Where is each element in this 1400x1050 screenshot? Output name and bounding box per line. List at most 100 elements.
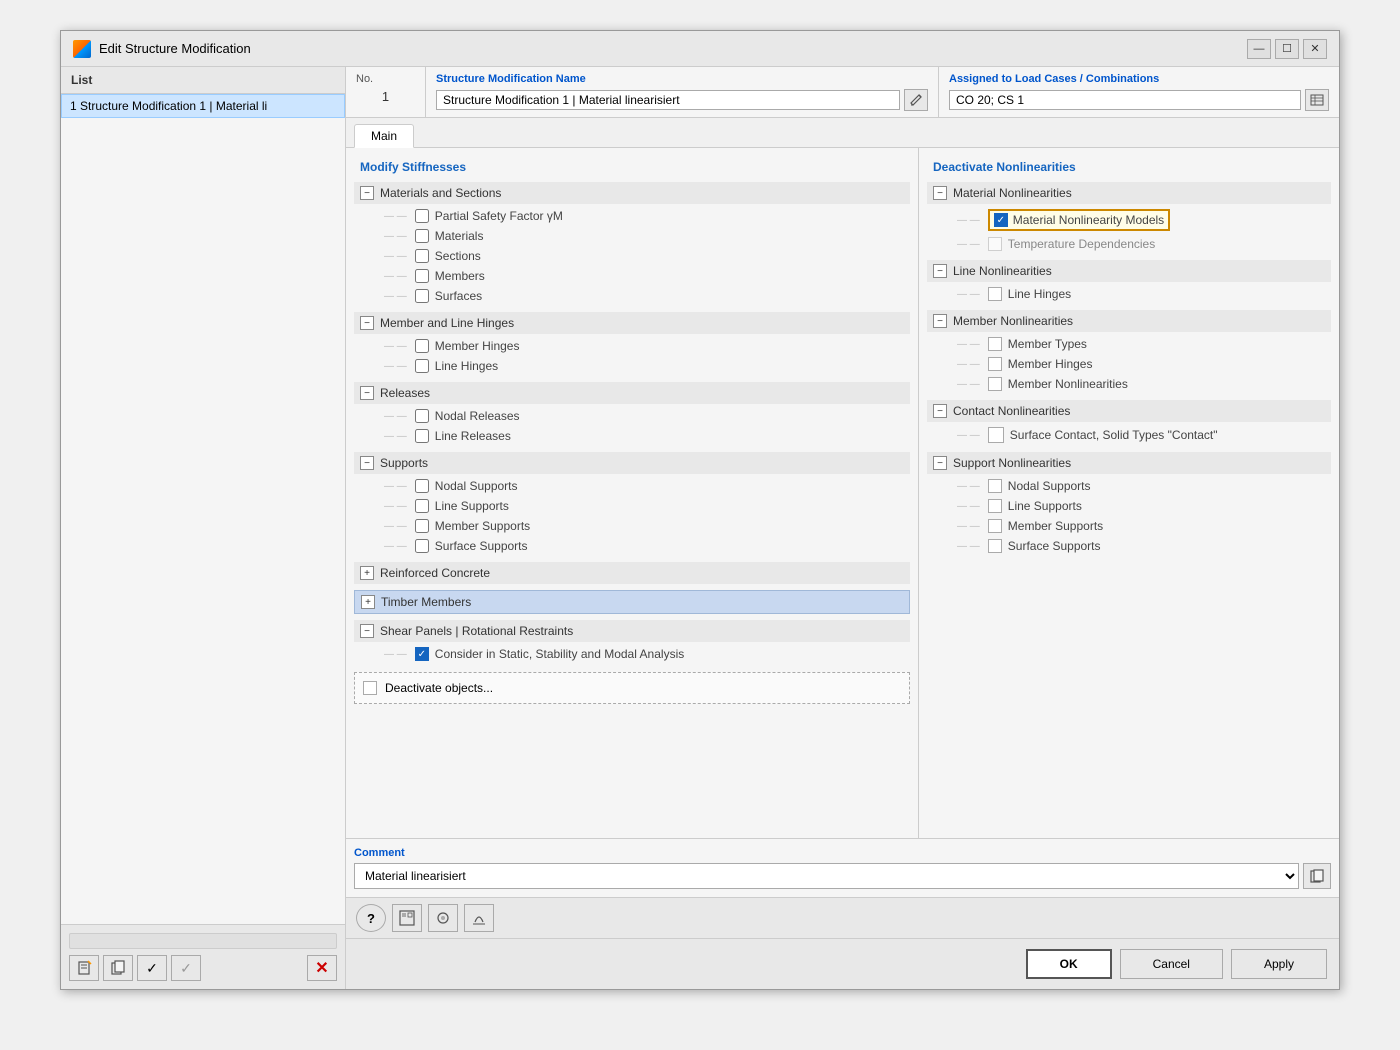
- material-nonlinearity-models-checkbox[interactable]: ✓: [994, 213, 1008, 227]
- supports-header[interactable]: − Supports: [354, 452, 910, 474]
- timber-members-header[interactable]: + Timber Members: [354, 590, 910, 614]
- comment-copy-button[interactable]: [1303, 863, 1331, 889]
- consider-static-label[interactable]: Consider in Static, Stability and Modal …: [435, 647, 684, 661]
- shear-panels-header[interactable]: − Shear Panels | Rotational Restraints: [354, 620, 910, 642]
- surface-contact-checkbox[interactable]: [988, 427, 1004, 443]
- sections-checkbox[interactable]: [415, 249, 429, 263]
- line-releases-checkbox[interactable]: [415, 429, 429, 443]
- sections-label[interactable]: Sections: [435, 249, 481, 263]
- surface-contact-label[interactable]: Surface Contact, Solid Types "Contact": [1010, 428, 1218, 442]
- minimize-button[interactable]: —: [1247, 39, 1271, 59]
- apply-button[interactable]: Apply: [1231, 949, 1327, 979]
- check-button[interactable]: ✓: [137, 955, 167, 981]
- name-edit-button[interactable]: [904, 89, 928, 111]
- line-hinges-checkbox[interactable]: [415, 359, 429, 373]
- nodal-supports-checkbox[interactable]: [415, 479, 429, 493]
- materials-sections-header[interactable]: − Materials and Sections: [354, 182, 910, 204]
- collapse-rc-btn[interactable]: +: [360, 566, 374, 580]
- materials-checkbox[interactable]: [415, 229, 429, 243]
- list-item[interactable]: 1 Structure Modification 1 | Material li: [61, 94, 345, 118]
- name-input[interactable]: [436, 90, 900, 110]
- member-hinges-nl-checkbox[interactable]: [988, 357, 1002, 371]
- copy-button[interactable]: [103, 955, 133, 981]
- maximize-button[interactable]: ☐: [1275, 39, 1299, 59]
- support-nonlinearities-header[interactable]: − Support Nonlinearities: [927, 452, 1331, 474]
- view-button[interactable]: [392, 904, 422, 932]
- line-hinges-label[interactable]: Line Hinges: [435, 359, 498, 373]
- member-nonlinearities-label[interactable]: Member Nonlinearities: [1008, 377, 1128, 391]
- surface-supports-label[interactable]: Surface Supports: [435, 539, 528, 553]
- comment-select[interactable]: Material linearisiert: [354, 863, 1299, 889]
- ok-button[interactable]: OK: [1026, 949, 1112, 979]
- line-hinges-nl-checkbox[interactable]: [988, 287, 1002, 301]
- close-button[interactable]: ✕: [1303, 39, 1327, 59]
- member-line-hinges-header[interactable]: − Member and Line Hinges: [354, 312, 910, 334]
- tab-main[interactable]: Main: [354, 124, 414, 148]
- consider-static-checkbox-checked[interactable]: ✓: [415, 647, 429, 661]
- releases-header[interactable]: − Releases: [354, 382, 910, 404]
- collapse-shear-btn[interactable]: −: [360, 624, 374, 638]
- nodal-supports-nl-label[interactable]: Nodal Supports: [1008, 479, 1091, 493]
- temperature-dependencies-label[interactable]: Temperature Dependencies: [1008, 237, 1155, 251]
- collapse-supports-btn[interactable]: −: [360, 456, 374, 470]
- line-supports-nl-label[interactable]: Line Supports: [1008, 499, 1082, 513]
- cancel-button[interactable]: Cancel: [1120, 949, 1223, 979]
- surfaces-label[interactable]: Surfaces: [435, 289, 482, 303]
- member-types-label[interactable]: Member Types: [1008, 337, 1087, 351]
- collapse-support-nl-btn[interactable]: −: [933, 456, 947, 470]
- collapse-releases-btn[interactable]: −: [360, 386, 374, 400]
- surface-supports-nl-checkbox[interactable]: [988, 539, 1002, 553]
- member-supports-nl-checkbox[interactable]: [988, 519, 1002, 533]
- material-nonlinearities-header[interactable]: − Material Nonlinearities: [927, 182, 1331, 204]
- member-supports-label[interactable]: Member Supports: [435, 519, 530, 533]
- icon3-button[interactable]: [428, 904, 458, 932]
- surface-supports-nl-label[interactable]: Surface Supports: [1008, 539, 1101, 553]
- line-releases-label[interactable]: Line Releases: [435, 429, 511, 443]
- deactivate-objects-label[interactable]: Deactivate objects...: [385, 681, 493, 695]
- nodal-supports-label[interactable]: Nodal Supports: [435, 479, 518, 493]
- collapse-member-hinges-btn[interactable]: −: [360, 316, 374, 330]
- nodal-releases-checkbox[interactable]: [415, 409, 429, 423]
- collapse-line-nl-btn[interactable]: −: [933, 264, 947, 278]
- member-hinges-nl-label[interactable]: Member Hinges: [1008, 357, 1093, 371]
- line-supports-checkbox[interactable]: [415, 499, 429, 513]
- partial-safety-label[interactable]: Partial Safety Factor γM: [435, 209, 563, 223]
- member-types-checkbox[interactable]: [988, 337, 1002, 351]
- help-button[interactable]: ?: [356, 904, 386, 932]
- surfaces-checkbox[interactable]: [415, 289, 429, 303]
- line-supports-label[interactable]: Line Supports: [435, 499, 509, 513]
- line-hinges-nl-label[interactable]: Line Hinges: [1008, 287, 1071, 301]
- reinforced-concrete-header[interactable]: + Reinforced Concrete: [354, 562, 910, 584]
- uncheck-button[interactable]: ✓: [171, 955, 201, 981]
- member-supports-nl-label[interactable]: Member Supports: [1008, 519, 1103, 533]
- nodal-supports-nl-checkbox[interactable]: [988, 479, 1002, 493]
- assigned-input[interactable]: [949, 90, 1301, 110]
- member-nonlinearities-header[interactable]: − Member Nonlinearities: [927, 310, 1331, 332]
- collapse-contact-nl-btn[interactable]: −: [933, 404, 947, 418]
- partial-safety-checkbox[interactable]: [415, 209, 429, 223]
- deactivate-objects-checkbox[interactable]: [363, 681, 377, 695]
- material-nonlinearity-models-label[interactable]: Material Nonlinearity Models: [1013, 213, 1164, 227]
- members-label[interactable]: Members: [435, 269, 485, 283]
- member-supports-checkbox[interactable]: [415, 519, 429, 533]
- contact-nonlinearities-header[interactable]: − Contact Nonlinearities: [927, 400, 1331, 422]
- icon4-button[interactable]: [464, 904, 494, 932]
- member-hinges-checkbox[interactable]: [415, 339, 429, 353]
- assigned-table-button[interactable]: [1305, 89, 1329, 111]
- materials-label[interactable]: Materials: [435, 229, 484, 243]
- member-hinges-label[interactable]: Member Hinges: [435, 339, 520, 353]
- member-nonlinearities-checkbox[interactable]: [988, 377, 1002, 391]
- collapse-member-nl-btn[interactable]: −: [933, 314, 947, 328]
- collapse-timber-btn[interactable]: +: [361, 595, 375, 609]
- nodal-releases-label[interactable]: Nodal Releases: [435, 409, 520, 423]
- temperature-dependencies-checkbox[interactable]: [988, 237, 1002, 251]
- delete-button[interactable]: ✕: [307, 955, 337, 981]
- members-checkbox[interactable]: [415, 269, 429, 283]
- collapse-materials-btn[interactable]: −: [360, 186, 374, 200]
- add-button[interactable]: [69, 955, 99, 981]
- line-supports-nl-checkbox[interactable]: [988, 499, 1002, 513]
- scrollbar[interactable]: [69, 933, 337, 949]
- collapse-material-nl-btn[interactable]: −: [933, 186, 947, 200]
- surface-supports-checkbox[interactable]: [415, 539, 429, 553]
- line-nonlinearities-header[interactable]: − Line Nonlinearities: [927, 260, 1331, 282]
